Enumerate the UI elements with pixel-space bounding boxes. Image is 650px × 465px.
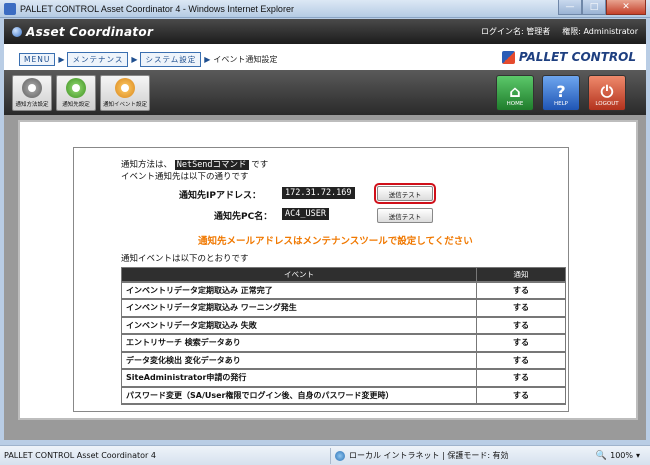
breadcrumb-bar: MENU ▶ メンテナンス ▶ システム設定 ▶ イベント通知設定 PALLET… <box>4 44 646 70</box>
pc-value: AC4_USER <box>282 208 329 220</box>
event-name: SiteAdministrator申請の発行 <box>121 368 477 387</box>
ip-label: 通知先IPアドレス： <box>179 191 261 201</box>
notify-method-line: 通知方法は、 NetSendコマンド です <box>121 158 268 170</box>
breadcrumb-menu[interactable]: MENU <box>19 53 56 66</box>
toolbar-button-label: 通知イベント設定 <box>102 102 147 108</box>
status-bar: PALLET CONTROL Asset Coordinator 4 ローカル … <box>0 445 650 465</box>
notify-target-settings-button[interactable]: 通知先設定 <box>56 75 96 111</box>
globe-icon <box>335 450 345 461</box>
authority: 権限: Administrator <box>562 27 638 36</box>
event-notify: する <box>476 386 566 405</box>
send-test-pc-button[interactable]: 送信テスト <box>377 208 433 223</box>
zone-text: ローカル イントラネット | 保護モード: 有効 <box>349 451 509 460</box>
event-name: インベントリデータ定期取込み ワーニング発生 <box>121 298 477 317</box>
table-row: インベントリデータ定期取込み 失敗 する <box>121 316 566 335</box>
mail-config-warning: 通知先メールアドレスはメンテナンスツールで設定してください <box>198 236 473 247</box>
window-title-bar: PALLET CONTROL Asset Coordinator 4 - Win… <box>0 0 650 18</box>
maximize-button[interactable]: □ <box>582 0 606 15</box>
event-notify: する <box>476 351 566 370</box>
event-notify: する <box>476 368 566 387</box>
zoom-control[interactable]: 🔍 100% ▾ <box>596 451 640 461</box>
brand-mark-icon <box>501 50 515 64</box>
toolbar: 通知方法設定 通知先設定 通知イベント設定 ⌂ HOME ? HELP ⏻ LO… <box>4 70 646 115</box>
content-area: 通知方法は、 NetSendコマンド です イベント通知先は以下の通りです 通知… <box>4 115 646 440</box>
table-row: データ変化検出 変化データあり する <box>121 351 566 370</box>
zoom-icon: 🔍 <box>595 450 608 461</box>
breadcrumb: MENU ▶ メンテナンス ▶ システム設定 ▶ イベント通知設定 <box>19 52 277 67</box>
event-name: インベントリデータ定期取込み 失敗 <box>121 316 477 335</box>
notify-method-prefix: 通知方法は、 <box>121 160 173 170</box>
logo-icon <box>12 26 22 37</box>
breadcrumb-maintenance[interactable]: メンテナンス <box>67 52 129 67</box>
pc-label: 通知先PC名： <box>214 212 273 222</box>
user-info: ログイン名: 管理者 権限: Administrator <box>481 26 638 37</box>
help-label: HELP <box>554 101 568 107</box>
breadcrumb-arrow-icon: ▶ <box>204 55 211 64</box>
notify-method-settings-button[interactable]: 通知方法設定 <box>12 75 52 111</box>
brand-name: PALLET CONTROL <box>518 50 636 64</box>
logout-button[interactable]: ⏻ LOGOUT <box>588 75 626 111</box>
toolbar-button-label: 通知先設定 <box>62 102 90 108</box>
window-controls: — □ ✕ <box>558 0 646 15</box>
app-header: Asset Coordinator ログイン名: 管理者 権限: Adminis… <box>4 19 646 44</box>
home-button[interactable]: ⌂ HOME <box>496 75 534 111</box>
home-icon: ⌂ <box>509 82 521 101</box>
breadcrumb-arrow-icon: ▶ <box>58 55 65 64</box>
notify-event-settings-button[interactable]: 通知イベント設定 <box>100 75 150 111</box>
event-name: データ変化検出 変化データあり <box>121 351 477 370</box>
event-notify: する <box>476 281 566 300</box>
logout-icon: ⏻ <box>600 82 614 101</box>
ie-icon <box>4 2 16 15</box>
breadcrumb-arrow-icon: ▶ <box>131 55 138 64</box>
table-row: パスワード変更（SA/User権限でログイン後、自身のパスワード変更時） する <box>121 386 566 405</box>
event-name: インベントリデータ定期取込み 正常完了 <box>121 281 477 300</box>
login-name: ログイン名: 管理者 <box>480 27 551 36</box>
security-zone: ローカル イントラネット | 保護モード: 有効 <box>330 447 513 464</box>
app-logo: Asset Coordinator <box>4 25 153 39</box>
home-label: HOME <box>506 101 524 107</box>
col-header-event: イベント <box>121 267 477 282</box>
help-icon: ? <box>556 82 566 101</box>
app-name: Asset Coordinator <box>26 24 154 39</box>
event-notify: する <box>476 316 566 335</box>
event-name: エントリサーチ 検索データあり <box>121 333 477 352</box>
gear-gray-icon <box>22 78 42 98</box>
table-row: インベントリデータ定期取込み ワーニング発生 する <box>121 298 566 317</box>
gear-orange-icon <box>115 78 135 98</box>
logout-label: LOGOUT <box>595 101 619 107</box>
table-row: SiteAdministrator申請の発行 する <box>121 368 566 387</box>
event-name: パスワード変更（SA/User権限でログイン後、自身のパスワード変更時） <box>121 386 477 405</box>
help-button[interactable]: ? HELP <box>542 75 580 111</box>
events-intro: 通知イベントは以下のとおりです <box>121 254 249 264</box>
chevron-down-icon: ▾ <box>635 451 640 460</box>
close-button[interactable]: ✕ <box>606 0 646 15</box>
toolbar-button-label: 通知方法設定 <box>15 102 49 108</box>
notify-method-suffix: です <box>251 160 269 170</box>
event-notify: する <box>476 298 566 317</box>
settings-frame: 通知方法は、 NetSendコマンド です イベント通知先は以下の通りです 通知… <box>73 147 569 412</box>
ip-value: 172.31.72.169 <box>282 187 355 199</box>
gear-green-icon <box>66 78 86 98</box>
notify-target-intro: イベント通知先は以下の通りです <box>121 172 249 182</box>
breadcrumb-current: イベント通知設定 <box>213 55 278 64</box>
events-table: イベント 通知 インベントリデータ定期取込み 正常完了 する インベントリデータ… <box>121 267 566 405</box>
zoom-level: 100% <box>610 451 633 460</box>
send-test-ip-button[interactable]: 送信テスト <box>374 183 436 204</box>
notify-method-value: NetSendコマンド <box>174 160 249 170</box>
main-panel: 通知方法は、 NetSendコマンド です イベント通知先は以下の通りです 通知… <box>18 120 638 420</box>
table-row: エントリサーチ 検索データあり する <box>121 333 566 352</box>
brand-logo: PALLET CONTROL <box>501 50 636 64</box>
table-row: インベントリデータ定期取込み 正常完了 する <box>121 281 566 300</box>
status-title: PALLET CONTROL Asset Coordinator 4 <box>4 451 156 460</box>
col-header-notify: 通知 <box>476 267 566 282</box>
window-title: PALLET CONTROL Asset Coordinator 4 - Win… <box>20 3 294 14</box>
breadcrumb-system-settings[interactable]: システム設定 <box>140 52 202 67</box>
minimize-button[interactable]: — <box>558 0 582 15</box>
event-notify: する <box>476 333 566 352</box>
